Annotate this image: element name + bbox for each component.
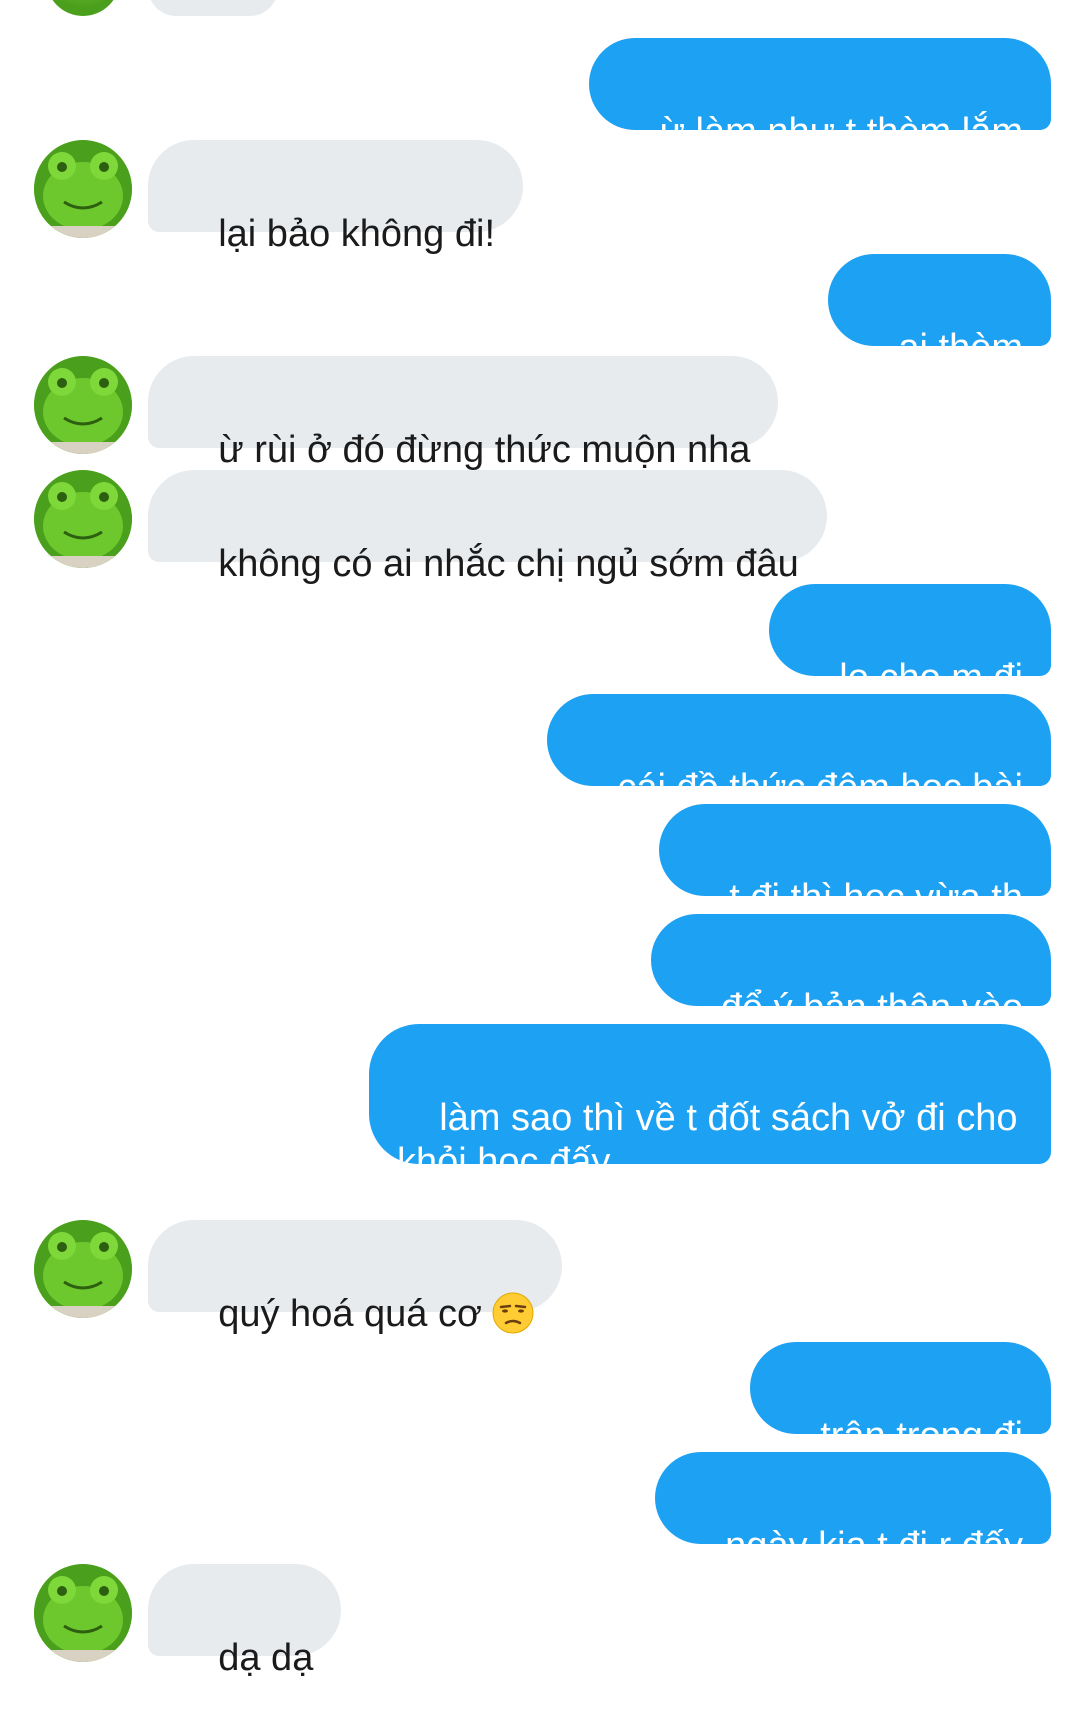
message-text: làm sao thì về t đốt sách vở đi cho khỏi… — [397, 1097, 1029, 1183]
contact-avatar[interactable] — [34, 1220, 132, 1318]
chat-thread: ừ làm như t thèm lắm lại bảo không đi! a… — [0, 0, 1080, 1683]
outgoing-message[interactable]: ừ làm như t thèm lắm — [589, 38, 1051, 153]
outgoing-message[interactable]: cái đồ thức đêm học bài — [547, 694, 1051, 809]
incoming-message[interactable]: không có ai nhắc chị ngủ sớm đâu — [148, 470, 827, 585]
outgoing-message[interactable]: ngày kia t đi r đấy — [654, 1452, 1051, 1567]
contact-avatar[interactable] — [34, 1564, 132, 1662]
frog-avatar-icon — [34, 1220, 132, 1318]
message-text: t đi thì học vừa th — [729, 877, 1023, 919]
contact-avatar[interactable] — [34, 356, 132, 454]
message-text: lo cho m đi — [839, 657, 1023, 699]
outgoing-message[interactable]: t đi thì học vừa th — [659, 804, 1051, 919]
contact-avatar[interactable] — [34, 470, 132, 568]
message-text: ừ rùi ở đó đừng thức muộn nha — [218, 429, 751, 471]
outgoing-message[interactable]: trân trọng đi — [749, 1342, 1051, 1457]
frog-avatar-icon — [34, 140, 132, 238]
message-text: trân trọng đi — [820, 1415, 1023, 1457]
unamused-face-icon — [492, 1292, 534, 1334]
message-text: lại bảo không đi! — [218, 213, 495, 255]
incoming-message[interactable]: lại bảo không đi! — [148, 140, 523, 255]
message-text: dạ dạ — [218, 1637, 314, 1679]
frog-avatar-icon — [34, 356, 132, 454]
frog-avatar-icon — [34, 1564, 132, 1662]
incoming-message-partial[interactable] — [148, 0, 278, 16]
outgoing-message[interactable]: ai thèm — [828, 254, 1051, 369]
message-text: ai thèm — [898, 327, 1023, 369]
message-text: để ý bản thân vào — [720, 987, 1023, 1029]
frog-avatar-icon — [34, 470, 132, 568]
contact-avatar-partial[interactable] — [46, 0, 120, 16]
message-text: cái đồ thức đêm học bài — [617, 767, 1023, 809]
contact-avatar[interactable] — [34, 140, 132, 238]
message-text: quý hoá quá cơ — [218, 1293, 482, 1335]
incoming-message[interactable]: quý hoá quá cơ — [148, 1220, 562, 1335]
message-text: không có ai nhắc chị ngủ sớm đâu — [218, 543, 799, 585]
message-text: ừ làm như t thèm lắm — [659, 111, 1023, 153]
incoming-message[interactable]: dạ dạ — [148, 1564, 342, 1679]
outgoing-message[interactable]: lo cho m đi — [769, 584, 1051, 699]
message-text: ngày kia t đi r đấy — [725, 1525, 1023, 1567]
outgoing-message[interactable]: để ý bản thân vào — [650, 914, 1051, 1029]
outgoing-message[interactable]: làm sao thì về t đốt sách vở đi cho khỏi… — [369, 1024, 1051, 1183]
incoming-message[interactable]: ừ rùi ở đó đừng thức muộn nha — [148, 356, 779, 471]
